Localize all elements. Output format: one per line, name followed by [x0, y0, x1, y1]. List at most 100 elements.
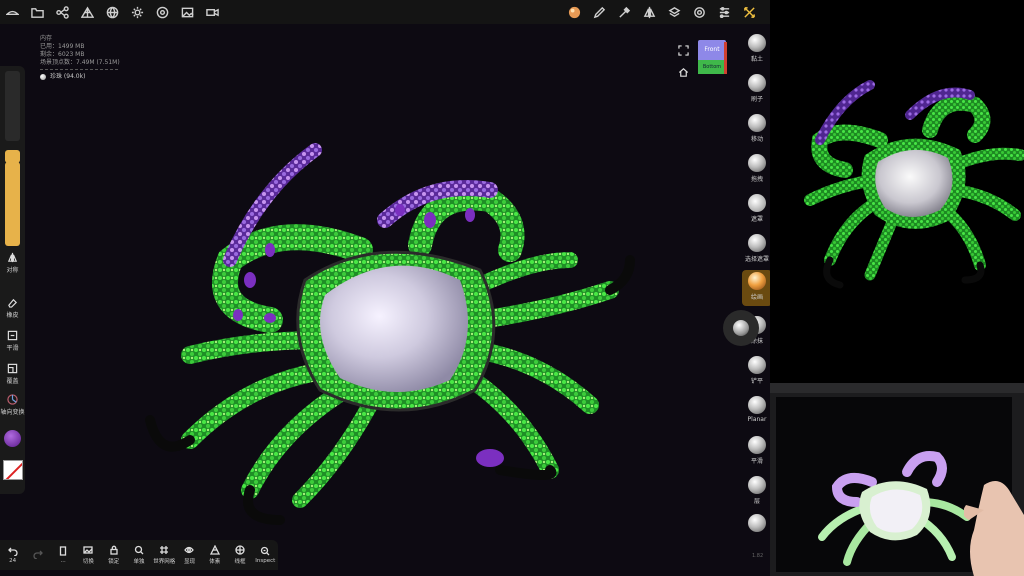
select-mask-icon	[748, 234, 766, 252]
tool-label: Planar	[747, 416, 767, 423]
scene-graph-icon[interactable]	[50, 0, 75, 24]
picker-icon[interactable]	[612, 0, 637, 24]
sculpt-app: 内存 已用：1499 MB 剩余：6023 MB 场景顶点数：7.49M (7.…	[0, 0, 770, 576]
tool-planar[interactable]: Planar	[742, 396, 770, 423]
toggle-button[interactable]: 切换	[76, 545, 101, 565]
smooth-button[interactable]: 平滑	[0, 330, 25, 352]
pencil-icon[interactable]	[587, 0, 612, 24]
eraser-icon	[7, 297, 18, 308]
smooth-icon	[7, 330, 18, 341]
cube-side-face[interactable]	[724, 42, 727, 74]
visibility-button[interactable]: 显现	[177, 545, 202, 565]
hand-image	[964, 481, 1024, 576]
symmetry-toggle-icon	[7, 252, 18, 263]
tools-icon[interactable]	[737, 0, 762, 24]
stats-title: 内存	[40, 35, 53, 42]
flatten-brush-icon	[748, 356, 766, 374]
redo-button[interactable]	[25, 549, 50, 561]
wireframe-button[interactable]: 线框	[227, 545, 252, 565]
inspect-icon	[261, 546, 270, 556]
settings-icon[interactable]	[687, 0, 712, 24]
eraser-button[interactable]: 橡皮	[0, 297, 25, 319]
tool-label: 铲平	[750, 378, 763, 385]
tool-smooth[interactable]: 平滑	[742, 436, 770, 465]
mask-button[interactable]: 覆盖	[0, 363, 25, 385]
tool-layer[interactable]: 层	[742, 476, 770, 505]
undo-button[interactable]: 24	[0, 546, 25, 564]
tool-mask[interactable]: 遮罩	[742, 194, 770, 223]
clay-brush-icon	[748, 34, 766, 52]
home-icon[interactable]	[678, 63, 689, 77]
globe-icon[interactable]	[100, 0, 125, 24]
wireframe-label: 线框	[234, 559, 246, 565]
material-icon[interactable]	[150, 0, 175, 24]
cube-bottom-face[interactable]: Bottom	[698, 60, 726, 74]
tool-label: 绘画	[750, 294, 763, 301]
inspect-button[interactable]: Inspect	[253, 546, 278, 564]
eraser-label: 橡皮	[6, 312, 19, 319]
isolate-label: 单独	[133, 559, 145, 565]
axis-transform-label: 轴向变换	[0, 409, 25, 416]
device-button[interactable]: ...	[51, 546, 76, 564]
crab-model[interactable]	[130, 140, 660, 530]
navigation-cube[interactable]: Front Bottom	[698, 40, 727, 76]
object-item[interactable]: 珍珠 (94.0k)	[40, 73, 120, 81]
toggle-label: 切换	[82, 559, 94, 565]
layer-brush-icon	[748, 476, 766, 494]
sliders-icon[interactable]	[712, 0, 737, 24]
folder-icon[interactable]	[25, 0, 50, 24]
light-icon[interactable]	[125, 0, 150, 24]
axis-transform-button[interactable]: 轴向变换	[0, 394, 25, 416]
tool-paint[interactable]: 绘画	[742, 270, 770, 306]
tool-move[interactable]: 移动	[742, 114, 770, 143]
frame-icon[interactable]	[678, 41, 689, 56]
inset-crab-image	[818, 451, 971, 566]
tool-select-mask[interactable]: 选择遮罩	[742, 234, 770, 263]
app-logo-icon[interactable]	[0, 0, 25, 24]
world-grid-label: 世界网格	[153, 559, 176, 565]
lock-button[interactable]: 锁定	[101, 545, 126, 565]
drag-brush-icon	[748, 154, 766, 172]
inspect-label: Inspect	[255, 558, 276, 564]
memory-stats: 内存 已用：1499 MB 剩余：6023 MB 场景顶点数：7.49M (7.…	[40, 35, 120, 81]
picture-icon[interactable]	[175, 0, 200, 24]
symmetry-button[interactable]: 对称	[0, 252, 25, 274]
undo-icon	[7, 547, 18, 556]
smooth-label: 平滑	[6, 345, 19, 352]
isolate-button[interactable]: 单独	[126, 545, 151, 565]
eye-icon	[184, 546, 195, 554]
object-dot-icon	[40, 74, 46, 80]
color-picker-button[interactable]	[4, 430, 21, 447]
tool-more[interactable]	[742, 514, 770, 534]
matcap-icon[interactable]	[562, 0, 587, 24]
top-toolbar	[0, 0, 770, 24]
tool-label: 刷子	[750, 96, 763, 103]
tool-flatten[interactable]: 铲平	[742, 356, 770, 385]
symmetry-label: 对称	[6, 267, 19, 274]
cube-front-face[interactable]: Front	[698, 40, 726, 60]
tool-label: 遮罩	[750, 216, 763, 223]
tool-brush[interactable]: 刷子	[742, 74, 770, 103]
mesh-icon[interactable]	[75, 0, 100, 24]
mask-label: 覆盖	[6, 378, 19, 385]
symmetry-icon[interactable]	[637, 0, 662, 24]
wireframe-icon	[235, 545, 245, 555]
undo-count: 24	[9, 558, 17, 564]
search-icon	[134, 545, 144, 555]
voxel-icon	[209, 545, 220, 555]
no-color-swatch[interactable]	[3, 460, 23, 480]
tool-label: 移动	[750, 136, 763, 143]
layers-icon[interactable]	[662, 0, 687, 24]
tool-drag[interactable]: 拖拽	[742, 154, 770, 183]
voxel-button[interactable]: 体素	[202, 545, 227, 565]
version-label: 1.82	[752, 553, 764, 559]
radius-slider[interactable]	[5, 71, 20, 163]
move-brush-icon	[748, 114, 766, 132]
video-icon[interactable]	[200, 0, 225, 24]
mask-icon	[7, 363, 18, 374]
gizmo-icon	[7, 394, 18, 405]
world-grid-button[interactable]: 世界网格	[152, 545, 177, 565]
tool-label: 层	[753, 498, 760, 505]
intensity-slider[interactable]	[5, 162, 20, 246]
tool-clay[interactable]: 黏土	[742, 34, 770, 63]
